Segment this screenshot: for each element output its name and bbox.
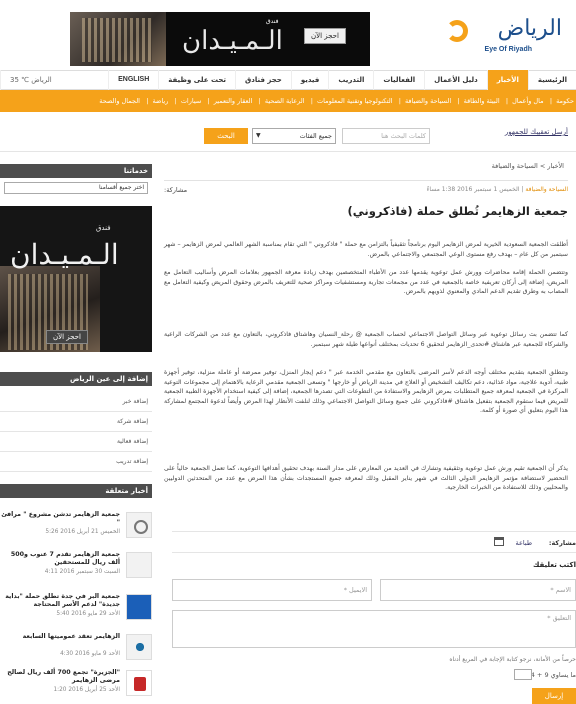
category-sports[interactable]: رياضة <box>150 90 170 112</box>
nav-item-home[interactable]: الرئيسية <box>527 70 576 90</box>
related-news-item[interactable]: جمعية الزهايمر تدشن مشروع " مرافئ " الخم… <box>0 510 152 546</box>
category-beauty[interactable]: الجمال والصحة <box>97 90 142 112</box>
nav-item-hotels[interactable]: حجز فنادق <box>235 70 291 90</box>
comment-textarea[interactable]: التعليق * <box>172 610 576 648</box>
nav-item-news[interactable]: الأخبار <box>486 70 528 90</box>
nav-item-events[interactable]: الفعاليات <box>373 70 424 90</box>
related-news-item[interactable]: الزهايمر تعقد عموميتها السابعة الأحد 9 م… <box>0 632 152 668</box>
share-print-bar: مشاركة: طباعة <box>172 531 576 553</box>
add-company-link[interactable]: إضافة شركة <box>0 412 152 432</box>
share-label: مشاركة: <box>548 539 576 547</box>
logo-subtitle: Eye Of Riyadh <box>484 46 532 53</box>
services-select[interactable]: اختر جميع أقسامنا <box>4 182 148 194</box>
email-field[interactable]: الايميل * <box>172 579 372 601</box>
weather-widget: الرياض ℃ 35 <box>0 70 61 90</box>
news-thumbnail <box>126 634 152 660</box>
news-title[interactable]: الزهايمر تعقد عموميتها السابعة <box>0 633 120 641</box>
divider <box>164 180 568 181</box>
sidebar-ad-book-button[interactable]: احجز الآن <box>46 330 88 344</box>
news-title[interactable]: جمعية الزهايمر تدشن مشروع " مرافئ " <box>0 511 120 527</box>
article-category[interactable]: السياحة والضيافة <box>525 186 568 193</box>
logo-sun-icon <box>446 20 468 42</box>
comment-heading: اكتب تعليقك <box>532 561 576 569</box>
add-training-link[interactable]: إضافة تدريب <box>0 452 152 472</box>
search-button[interactable]: البحث <box>204 128 248 144</box>
news-date: السبت 30 سبتمبر 2016 4:11 <box>44 569 120 575</box>
category-tourism[interactable]: السياحة والضيافة <box>403 90 453 112</box>
add-news-link[interactable]: إضافة خبر <box>0 392 152 412</box>
sidebar-ad[interactable]: فندق الـمـيـدان احجز الآن <box>0 206 152 352</box>
article: السياحة والضيافة | الخميس 1 سبتمبر 2016 … <box>164 180 568 491</box>
name-field[interactable]: الاسم * <box>380 579 576 601</box>
search-input[interactable]: كلمات البحث هنا <box>342 128 430 144</box>
add-event-link[interactable]: إضافة فعالية <box>0 432 152 452</box>
related-news-heading: أخبار متعلقة <box>0 484 152 498</box>
add-heading: إضافة إلى عين الرياض <box>0 372 152 386</box>
news-title[interactable]: جمعية البر في جدة تطلق حملة "بداية جديدة… <box>0 593 120 609</box>
news-thumbnail <box>126 512 152 538</box>
nav-item-training[interactable]: التدريب <box>328 70 373 90</box>
main-nav: الرئيسية الأخبار دليل الأعمال الفعاليات … <box>0 70 576 90</box>
article-paragraph: أطلقت الجمعية السعودية الخيرية لمرض الزه… <box>164 241 568 258</box>
captcha-input[interactable] <box>514 669 532 680</box>
related-news-item[interactable]: جمعية الزهايمر تقدم 7 عنوب و500 ألف ريال… <box>0 550 152 586</box>
nav-item-directory[interactable]: دليل الأعمال <box>424 70 487 90</box>
news-thumbnail <box>126 552 152 578</box>
category-environment[interactable]: البيئة والطاقة <box>462 90 502 112</box>
submit-comment-button[interactable]: إرسال <box>532 688 576 704</box>
nav-item-video[interactable]: فيديو <box>290 70 329 90</box>
print-link[interactable]: طباعة <box>516 539 532 547</box>
nav-item-jobs[interactable]: تحت على وظيفة <box>158 70 235 90</box>
article-paragraph: وتتضمن الحملة إقامة محاضرات وورش عمل توع… <box>164 269 568 296</box>
article-date: الخميس 1 سبتمبر 2016 1:38 مساءً <box>426 186 520 193</box>
ad-hotel-name: الـمـيـدان <box>182 26 283 56</box>
category-business[interactable]: مال وأعمال <box>510 90 546 112</box>
category-health[interactable]: الرعاية الصحية <box>263 90 307 112</box>
article-meta: السياحة والضيافة | الخميس 1 سبتمبر 2016 … <box>426 186 568 193</box>
category-select-value: جميع الفئات <box>299 132 332 140</box>
sidebar-ad-small-text: فندق <box>96 224 111 232</box>
news-thumbnail <box>126 594 152 620</box>
sidebar-ad-hotel-name: الـمـيـدان <box>10 238 119 271</box>
breadcrumb[interactable]: الأخبار > السياحة والضيافة <box>492 162 564 170</box>
site-logo[interactable]: الرياض Eye Of Riyadh <box>444 12 562 58</box>
category-technology[interactable]: التكنولوجيا وتقنية المعلومات <box>315 90 395 112</box>
feedback-link[interactable]: أرسل تعقيبك للجمهور <box>505 128 568 136</box>
news-title[interactable]: "الجزيرة" تجمع 700 ألف ريال لصالح مرضى ا… <box>0 669 120 685</box>
category-realestate[interactable]: العقار والتعمير <box>212 90 255 112</box>
article-paragraph: يذكر أن الجمعية تقيم ورش عمل توعوية وتثق… <box>164 465 568 492</box>
article-paragraph: كما تتضمن بث رسائل توعوية عبر وسائل التو… <box>164 331 568 348</box>
top-banner-ad[interactable]: فندق الـمـيـدان احجز الآن <box>70 12 370 66</box>
related-news-item[interactable]: "الجزيرة" تجمع 700 ألف ريال لصالح مرضى ا… <box>0 668 152 704</box>
category-select[interactable]: جميع الفئات ▼ <box>252 128 336 144</box>
article-title: جمعية الزهايمر تُطلق حملة (فاذكروني) <box>347 204 568 218</box>
category-cars[interactable]: سيارات <box>179 90 203 112</box>
ad-small-text: فندق <box>266 18 279 25</box>
share-label-top: مشاركة: <box>164 186 188 194</box>
captcha-note: حرصاً من الأمانة، نرجو كتابة الإجابة في … <box>449 656 576 663</box>
category-government[interactable]: حكومة <box>554 90 576 112</box>
news-date: الأحد 9 مايو 2016 4:30 <box>60 651 120 657</box>
news-date: الأحد 25 أبريل 2016 1:20 <box>53 687 120 693</box>
news-date: الأحد 29 مايو 2016 5:40 <box>56 611 120 617</box>
news-title[interactable]: جمعية الزهايمر تقدم 7 عنوب و500 ألف ريال… <box>0 551 120 567</box>
related-news-item[interactable]: جمعية البر في جدة تطلق حملة "بداية جديدة… <box>0 592 152 628</box>
news-thumbnail <box>126 670 152 696</box>
hotel-building-image <box>70 12 166 66</box>
article-paragraph: وتنطلق الجمعية بتقديم مختلف أوجه الدعم ل… <box>164 369 568 415</box>
dropdown-arrow-icon: ▼ <box>256 132 261 139</box>
ad-book-button[interactable]: احجز الآن <box>304 28 346 44</box>
printer-icon[interactable] <box>494 537 504 546</box>
nav-item-english[interactable]: ENGLISH <box>108 70 158 90</box>
logo-text: الرياض <box>497 16 562 41</box>
services-heading: خدماتنا <box>0 164 152 178</box>
category-bar: حكومة | مال وأعمال | البيئة والطاقة | ال… <box>0 90 576 112</box>
news-date: الخميس 21 أبريل 2016 5:26 <box>45 529 120 535</box>
